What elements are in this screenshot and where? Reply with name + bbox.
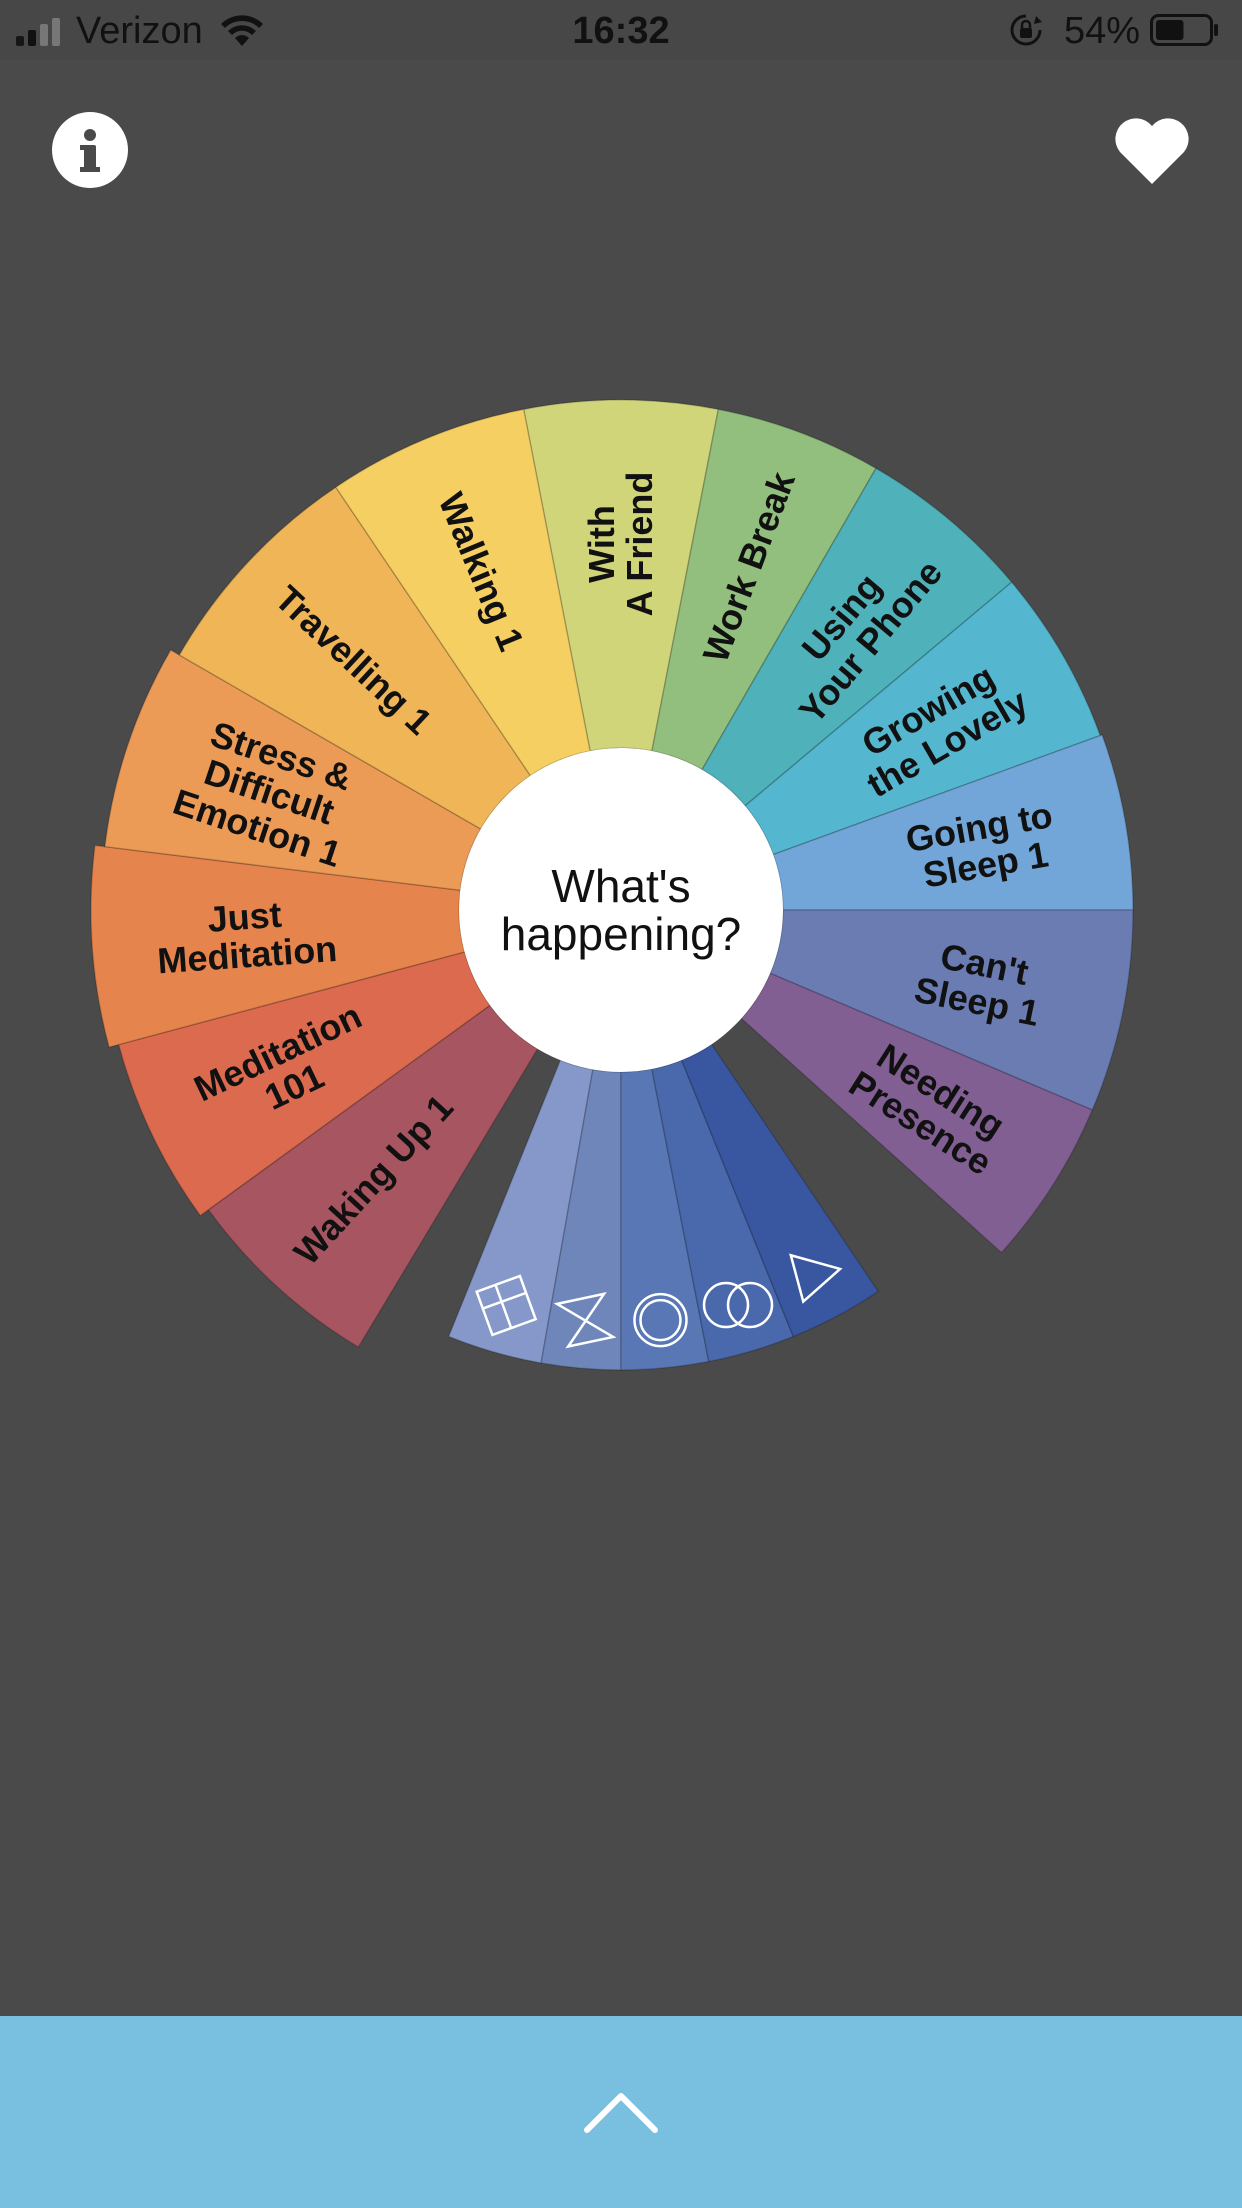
activity-wheel: WithA Friend Work BreakUsingYour PhoneGro… [90, 399, 1134, 1371]
wheel-segment-label-line: With [581, 505, 622, 583]
chevron-up-icon[interactable] [581, 2086, 661, 2136]
bottom-bar [0, 2016, 1242, 2208]
app-screen: Verizon 16:32 54% With A Friend Work Bre… [0, 0, 1242, 2208]
center-circle[interactable] [459, 748, 783, 1072]
wheel-segment-label-line: A Friend [619, 472, 660, 617]
